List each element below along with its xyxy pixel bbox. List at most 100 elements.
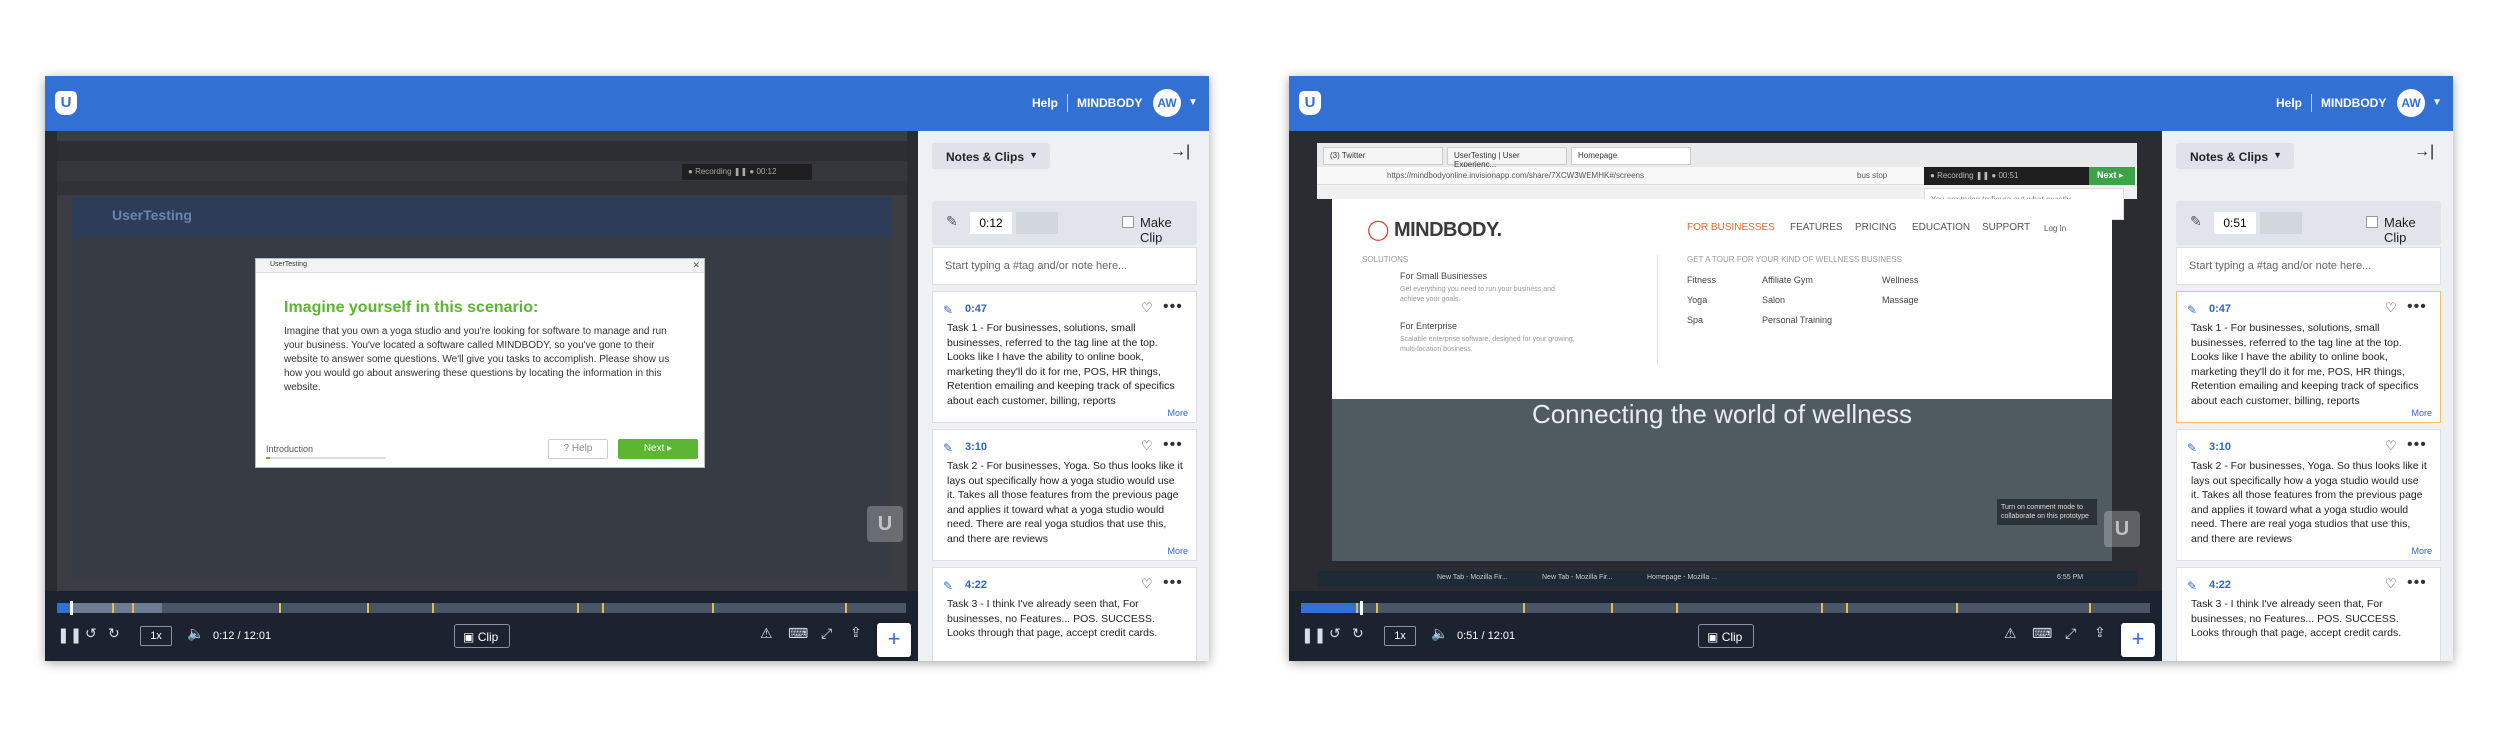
- keyboard-icon[interactable]: ⌨: [2032, 625, 2052, 642]
- note-marker[interactable]: [1821, 603, 1823, 613]
- note-card[interactable]: ✎ 0:47 ♡ ••• Task 1 - For businesses, so…: [2176, 291, 2441, 423]
- clip-end-time[interactable]: [1016, 212, 1058, 234]
- more-link[interactable]: More: [2407, 408, 2432, 418]
- rewind-icon[interactable]: ↺: [1329, 625, 1341, 642]
- video-area[interactable]: ● Recording ❚❚ ● 00:12 UserTesting UserT…: [45, 131, 918, 591]
- pen-icon[interactable]: ✎: [2187, 441, 2197, 455]
- collapse-icon[interactable]: →|: [2414, 143, 2434, 161]
- note-marker[interactable]: [1356, 603, 1358, 613]
- rewind-icon[interactable]: ↺: [85, 625, 97, 642]
- note-card[interactable]: ✎ 4:22 ♡ ••• Task 3 - I think I've alrea…: [932, 567, 1197, 661]
- note-timestamp[interactable]: 0:47: [965, 303, 987, 315]
- clip-start-time[interactable]: 0:12: [970, 212, 1012, 234]
- note-timestamp[interactable]: 3:10: [965, 441, 987, 453]
- note-marker[interactable]: [577, 603, 579, 613]
- note-card[interactable]: ✎ 4:22 ♡ ••• Task 3 - I think I've alrea…: [2176, 567, 2441, 661]
- collapse-icon[interactable]: →|: [1170, 143, 1190, 161]
- note-input[interactable]: Start typing a #tag and/or note here...: [932, 247, 1197, 285]
- more-icon[interactable]: •••: [2407, 436, 2427, 454]
- more-link[interactable]: More: [1163, 546, 1188, 556]
- speed-button[interactable]: 1x: [140, 626, 172, 646]
- avatar[interactable]: AW: [2397, 89, 2425, 117]
- pause-icon[interactable]: ❚❚: [1301, 626, 1326, 644]
- more-icon[interactable]: •••: [1163, 574, 1183, 592]
- video-area[interactable]: (3) Twitter UserTesting | User Experienc…: [1289, 131, 2162, 591]
- more-icon[interactable]: •••: [2407, 574, 2427, 592]
- timeline[interactable]: [57, 601, 906, 615]
- pause-icon[interactable]: ❚❚: [57, 626, 82, 644]
- note-card[interactable]: ✎ 0:47 ♡ ••• Task 1 - For businesses, so…: [932, 291, 1197, 423]
- notes-clips-dropdown[interactable]: Notes & Clips ▼: [932, 143, 1050, 169]
- note-marker[interactable]: [132, 603, 134, 613]
- fullscreen-icon[interactable]: ⤢: [821, 625, 832, 642]
- share-icon[interactable]: ⇪: [850, 624, 862, 641]
- help-link[interactable]: Help: [1032, 96, 1058, 110]
- help-link[interactable]: Help: [2276, 96, 2302, 110]
- add-note-button[interactable]: +: [877, 623, 911, 657]
- volume-icon[interactable]: 🔈: [187, 625, 204, 642]
- forward-icon[interactable]: ↻: [1352, 625, 1364, 642]
- playhead[interactable]: [70, 601, 73, 615]
- note-marker[interactable]: [1846, 603, 1848, 613]
- heart-icon[interactable]: ♡: [2385, 576, 2397, 592]
- note-marker[interactable]: [1956, 603, 1958, 613]
- note-marker[interactable]: [2089, 603, 2091, 613]
- more-icon[interactable]: •••: [1163, 298, 1183, 316]
- note-timestamp[interactable]: 0:47: [2209, 303, 2231, 315]
- pen-icon[interactable]: ✎: [2187, 579, 2197, 593]
- app-logo[interactable]: U: [1299, 91, 1321, 115]
- heart-icon[interactable]: ♡: [1141, 438, 1153, 454]
- fullscreen-icon[interactable]: ⤢: [2065, 625, 2076, 642]
- org-name[interactable]: MINDBODY: [1077, 96, 1142, 110]
- clip-start-time[interactable]: 0:51: [2214, 212, 2256, 234]
- warning-icon[interactable]: ⚠: [760, 625, 773, 642]
- org-name[interactable]: MINDBODY: [2321, 96, 2386, 110]
- note-marker[interactable]: [279, 603, 281, 613]
- note-marker[interactable]: [602, 603, 604, 613]
- share-icon[interactable]: ⇪: [2094, 624, 2106, 641]
- note-card[interactable]: ✎ 3:10 ♡ ••• Task 2 - For businesses, Yo…: [2176, 429, 2441, 561]
- make-clip-checkbox[interactable]: [2366, 216, 2378, 228]
- warning-icon[interactable]: ⚠: [2004, 625, 2017, 642]
- note-marker[interactable]: [367, 603, 369, 613]
- note-input[interactable]: Start typing a #tag and/or note here...: [2176, 247, 2441, 285]
- pen-icon[interactable]: ✎: [943, 303, 953, 317]
- forward-icon[interactable]: ↻: [108, 625, 120, 642]
- note-card[interactable]: ✎ 3:10 ♡ ••• Task 2 - For businesses, Yo…: [932, 429, 1197, 561]
- heart-icon[interactable]: ♡: [2385, 438, 2397, 454]
- app-logo[interactable]: U: [55, 91, 77, 115]
- clip-button[interactable]: ▣ Clip: [454, 624, 510, 648]
- note-timestamp[interactable]: 4:22: [2209, 579, 2231, 591]
- avatar[interactable]: AW: [1153, 89, 1181, 117]
- note-marker[interactable]: [1523, 603, 1525, 613]
- notes-clips-dropdown[interactable]: Notes & Clips ▼: [2176, 143, 2294, 169]
- chevron-down-icon[interactable]: ▼: [1188, 97, 1198, 108]
- note-marker[interactable]: [432, 603, 434, 613]
- note-marker[interactable]: [112, 603, 114, 613]
- note-timestamp[interactable]: 4:22: [965, 579, 987, 591]
- chevron-down-icon[interactable]: ▼: [2432, 97, 2442, 108]
- speed-button[interactable]: 1x: [1384, 626, 1416, 646]
- note-marker[interactable]: [845, 603, 847, 613]
- note-marker[interactable]: [1676, 603, 1678, 613]
- note-timestamp[interactable]: 3:10: [2209, 441, 2231, 453]
- more-link[interactable]: More: [1163, 408, 1188, 418]
- heart-icon[interactable]: ♡: [2385, 300, 2397, 316]
- note-marker[interactable]: [1611, 603, 1613, 613]
- add-note-button[interactable]: +: [2121, 623, 2155, 657]
- note-marker[interactable]: [712, 603, 714, 613]
- keyboard-icon[interactable]: ⌨: [788, 625, 808, 642]
- note-marker[interactable]: [1376, 603, 1378, 613]
- more-icon[interactable]: •••: [1163, 436, 1183, 454]
- more-link[interactable]: More: [2407, 546, 2432, 556]
- clip-button[interactable]: ▣ Clip: [1698, 624, 1754, 648]
- more-icon[interactable]: •••: [2407, 298, 2427, 316]
- playhead[interactable]: [1360, 601, 1363, 615]
- clip-end-time[interactable]: [2260, 212, 2302, 234]
- pen-icon[interactable]: ✎: [2187, 303, 2197, 317]
- volume-icon[interactable]: 🔈: [1431, 625, 1448, 642]
- pen-icon[interactable]: ✎: [943, 441, 953, 455]
- heart-icon[interactable]: ♡: [1141, 576, 1153, 592]
- timeline[interactable]: [1301, 601, 2150, 615]
- heart-icon[interactable]: ♡: [1141, 300, 1153, 316]
